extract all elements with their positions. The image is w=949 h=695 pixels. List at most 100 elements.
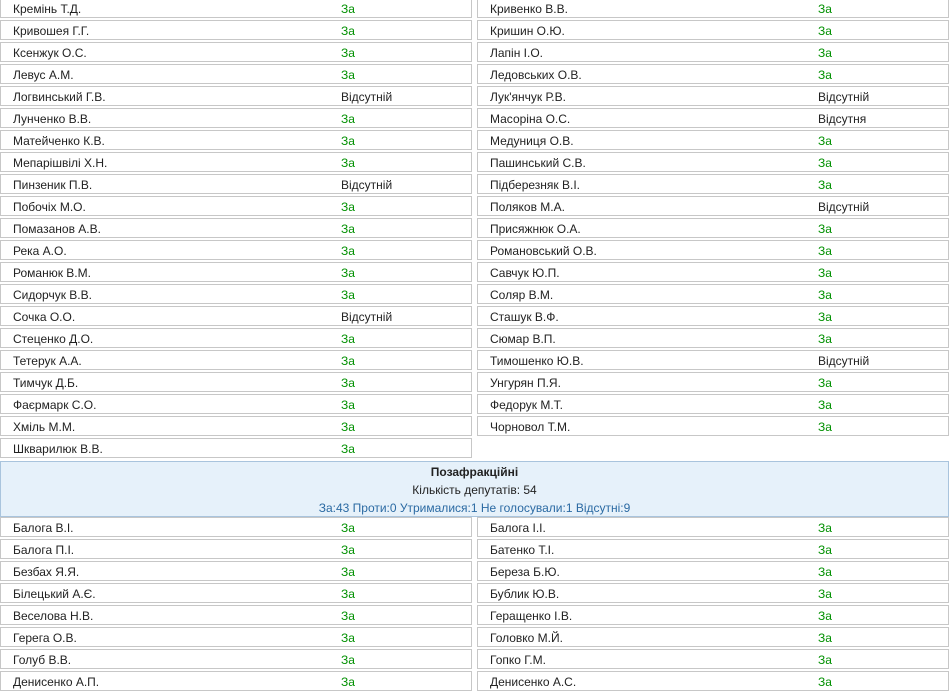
vote-result: За bbox=[818, 587, 832, 601]
deputy-name: Побочіх М.О. bbox=[13, 200, 86, 214]
deputy-name: Бублик Ю.В. bbox=[490, 587, 560, 601]
deputy-vote-cell: Пашинський С.В. За bbox=[477, 152, 949, 172]
deputy-vote-cell: Фаєрмарк С.О. За bbox=[0, 394, 472, 414]
deputy-vote-cell: Тимошенко Ю.В. Відсутній bbox=[477, 350, 949, 370]
deputy-name: Присяжнюк О.А. bbox=[490, 222, 581, 236]
deputy-vote-cell: Медуниця О.В. За bbox=[477, 130, 949, 150]
deputy-vote-cell: Балога І.І. За bbox=[477, 517, 949, 537]
vote-result: За bbox=[818, 2, 832, 16]
deputy-name: Кривошея Г.Г. bbox=[13, 24, 90, 38]
vote-result: За bbox=[818, 521, 832, 535]
deputy-name: Головко М.Й. bbox=[490, 631, 563, 645]
deputy-vote-cell: Тетерук А.А. За bbox=[0, 350, 472, 370]
vote-result: За bbox=[341, 156, 355, 170]
vote-result: За bbox=[818, 46, 832, 60]
deputy-vote-cell: Мепарішвілі Х.Н. За bbox=[0, 152, 472, 172]
vote-result: За bbox=[818, 310, 832, 324]
deputy-name: Романюк В.М. bbox=[13, 266, 91, 280]
vote-result: За bbox=[818, 134, 832, 148]
vote-result: Відсутній bbox=[341, 178, 393, 192]
deputy-name: Веселова Н.В. bbox=[13, 609, 94, 623]
table-row: Ксенжук О.С. За Лапін І.О. За bbox=[0, 42, 949, 64]
deputy-vote-cell: Унгурян П.Я. За bbox=[477, 372, 949, 392]
vote-result: За bbox=[818, 156, 832, 170]
table-row: Помазанов А.В. За Присяжнюк О.А. За bbox=[0, 218, 949, 240]
deputy-name: Матейченко К.В. bbox=[13, 134, 105, 148]
deputy-name: Гопко Г.М. bbox=[490, 653, 546, 667]
vote-result: Відсутній bbox=[818, 354, 870, 368]
deputy-name: Береза Б.Ю. bbox=[490, 565, 560, 579]
vote-result: За bbox=[818, 24, 832, 38]
deputies-vote-list-top: Кремінь Т.Д. За Кривенко В.В. За Кривошея Г.… bbox=[0, 0, 949, 460]
deputy-vote-cell: Чорновол Т.М. За bbox=[477, 416, 949, 436]
table-row: Кривошея Г.Г. За Кришин О.Ю. За bbox=[0, 20, 949, 42]
vote-result: За bbox=[341, 609, 355, 623]
vote-result: За bbox=[341, 521, 355, 535]
deputy-name: Підберезняк В.І. bbox=[490, 178, 581, 192]
deputy-name: Тетерук А.А. bbox=[13, 354, 82, 368]
empty-cell bbox=[477, 438, 949, 458]
deputy-vote-cell: Савчук Ю.П. За bbox=[477, 262, 949, 282]
deputy-name: Балога В.І. bbox=[13, 521, 74, 535]
table-row: Фаєрмарк С.О. За Федорук М.Т. За bbox=[0, 394, 949, 416]
deputy-vote-cell: Геращенко І.В. За bbox=[477, 605, 949, 625]
deputy-name: Мепарішвілі Х.Н. bbox=[13, 156, 108, 170]
vote-result: За bbox=[341, 24, 355, 38]
table-row: Тетерук А.А. За Тимошенко Ю.В. Відсутній bbox=[0, 350, 949, 372]
deputy-name: Геращенко І.В. bbox=[490, 609, 573, 623]
vote-result: За bbox=[341, 112, 355, 126]
table-row: Сочка О.О. Відсутній Сташук В.Ф. За bbox=[0, 306, 949, 328]
deputy-name: Чорновол Т.М. bbox=[490, 420, 571, 434]
deputy-name: Кривенко В.В. bbox=[490, 2, 568, 16]
table-row: Балога П.І. За Батенко Т.І. За bbox=[0, 539, 949, 561]
faction-title: Позафракційні bbox=[430, 465, 519, 479]
deputy-name: Сочка О.О. bbox=[13, 310, 76, 324]
vote-result: За bbox=[341, 675, 355, 689]
table-row: Балога В.І. За Балога І.І. За bbox=[0, 517, 949, 539]
vote-result: За bbox=[818, 398, 832, 412]
vote-result: Відсутній bbox=[818, 200, 870, 214]
vote-result: За bbox=[341, 354, 355, 368]
table-row: Мепарішвілі Х.Н. За Пашинський С.В. За bbox=[0, 152, 949, 174]
table-row: Левус А.М. За Ледовських О.В. За bbox=[0, 64, 949, 86]
vote-result: За bbox=[818, 376, 832, 390]
deputy-name: Унгурян П.Я. bbox=[490, 376, 561, 390]
vote-result: За bbox=[818, 543, 832, 557]
deputy-name: Балога І.І. bbox=[490, 521, 546, 535]
table-row: Пинзеник П.В. Відсутній Підберезняк В.І. За bbox=[0, 174, 949, 196]
vote-result: За bbox=[818, 631, 832, 645]
deputy-name: Савчук Ю.П. bbox=[490, 266, 560, 280]
deputy-vote-cell: Федорук М.Т. За bbox=[477, 394, 949, 414]
table-row: Побочіх М.О. За Поляков М.А. Відсутній bbox=[0, 196, 949, 218]
deputy-vote-cell: Кривенко В.В. За bbox=[477, 0, 949, 18]
table-row: Лунченко В.В. За Масоріна О.С. Відсутня bbox=[0, 108, 949, 130]
deputy-name: Батенко Т.І. bbox=[490, 543, 555, 557]
deputy-vote-cell: Береза Б.Ю. За bbox=[477, 561, 949, 581]
table-row: Тимчук Д.Б. За Унгурян П.Я. За bbox=[0, 372, 949, 394]
deputy-vote-cell: Сидорчук В.В. За bbox=[0, 284, 472, 304]
table-row: Сидорчук В.В. За Соляр В.М. За bbox=[0, 284, 949, 306]
vote-result: За bbox=[818, 675, 832, 689]
deputy-name: Ксенжук О.С. bbox=[13, 46, 87, 60]
vote-result: За bbox=[341, 266, 355, 280]
deputy-vote-cell: Балога П.І. За bbox=[0, 539, 472, 559]
vote-result: За bbox=[341, 46, 355, 60]
table-row: Кремінь Т.Д. За Кривенко В.В. За bbox=[0, 0, 949, 20]
deputy-name: Безбах Я.Я. bbox=[13, 565, 80, 579]
deputy-name: Сюмар В.П. bbox=[490, 332, 556, 346]
deputy-vote-cell: Балога В.І. За bbox=[0, 517, 472, 537]
vote-result: За bbox=[341, 68, 355, 82]
deputy-vote-cell: Батенко Т.І. За bbox=[477, 539, 949, 559]
vote-result: За bbox=[341, 631, 355, 645]
vote-result: За bbox=[818, 266, 832, 280]
table-row: Безбах Я.Я. За Береза Б.Ю. За bbox=[0, 561, 949, 583]
deputy-name: Сташук В.Ф. bbox=[490, 310, 559, 324]
deputy-name: Стеценко Д.О. bbox=[13, 332, 94, 346]
vote-result: Відсутній bbox=[341, 90, 393, 104]
deputy-vote-cell: Підберезняк В.І. За bbox=[477, 174, 949, 194]
deputy-name: Денисенко А.П. bbox=[13, 675, 100, 689]
deputy-name: Денисенко А.С. bbox=[490, 675, 577, 689]
deputy-vote-cell: Ледовських О.В. За bbox=[477, 64, 949, 84]
deputy-name: Левус А.М. bbox=[13, 68, 74, 82]
deputy-name: Поляков М.А. bbox=[490, 200, 565, 214]
